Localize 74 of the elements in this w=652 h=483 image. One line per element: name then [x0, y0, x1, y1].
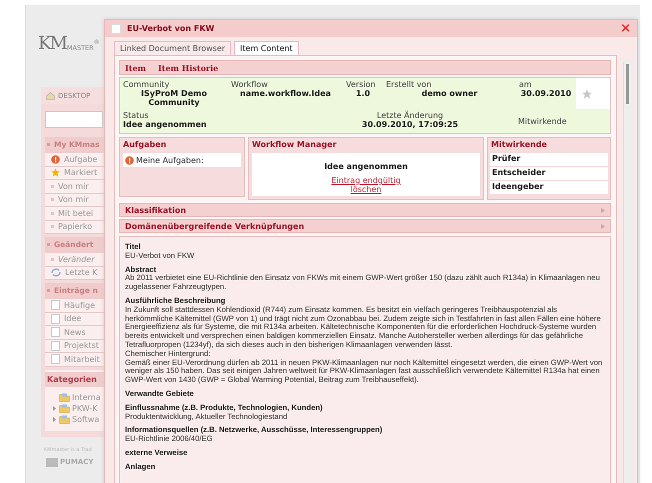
category-item[interactable]: Softwa	[45, 414, 105, 424]
house-icon	[46, 92, 55, 100]
star-icon	[582, 88, 592, 98]
box-title: Mitwirkende	[490, 139, 548, 151]
bullet-icon	[51, 225, 54, 228]
arrows-icon	[51, 268, 61, 278]
folder-icon	[59, 392, 70, 402]
workflow-state: Idee angenommen	[324, 162, 408, 171]
field-label: Erstellt von	[386, 80, 432, 89]
bullet-icon	[51, 184, 54, 188]
category-item[interactable]: Interna	[45, 392, 105, 402]
page-icon	[51, 327, 60, 338]
field-value: name.workflow.Idea	[239, 89, 332, 98]
folder-icon	[59, 414, 70, 424]
logo-monogram: KM	[38, 35, 66, 53]
bullet-icon	[51, 198, 54, 202]
field-label: Mitwirkende	[518, 117, 567, 126]
field-label: am	[519, 80, 532, 89]
page-icon	[51, 340, 60, 351]
section-header[interactable]: Klassifikation	[119, 203, 611, 217]
sidebar-item[interactable]: Häufige	[45, 299, 105, 312]
field-label: Workflow	[231, 80, 268, 89]
sidebar-item[interactable]: Markiert	[45, 166, 105, 180]
sidebar-item[interactable]: Papierko	[45, 220, 105, 234]
dialog-title: EU-Verbot von FKW	[127, 24, 216, 33]
item-tab[interactable]: Item	[125, 62, 146, 72]
sidebar-item[interactable]: Mitarbeit	[45, 353, 105, 366]
sidebar-item[interactable]: Idee	[45, 312, 105, 326]
categories-header: Kategorien	[45, 372, 105, 386]
sidebar-item[interactable]: Projektst	[45, 340, 105, 353]
logo-mark-icon	[46, 458, 58, 466]
category-item[interactable]: PKW-K	[45, 402, 105, 414]
field-value: ISyProM Demo Community	[140, 89, 208, 107]
field-value: Idee angenommen	[123, 120, 208, 129]
close-button[interactable]: ×	[620, 24, 631, 34]
search-field[interactable]	[45, 111, 103, 128]
field-value: 1.0	[354, 89, 372, 98]
role-cell: Ideengeber	[490, 181, 608, 194]
field-label: Status	[123, 111, 148, 120]
sidebar-item[interactable]: Letzte K	[45, 266, 105, 280]
sidebar-item[interactable]: Aufgabe	[45, 153, 105, 166]
sidebar-item[interactable]: Von mir	[45, 194, 105, 207]
field-label: Letzte Änderung	[376, 111, 444, 120]
sidebar-item[interactable]: Von mir	[45, 180, 105, 194]
task-label: Meine Aufgaben:	[136, 156, 204, 164]
bullet-icon	[51, 212, 54, 215]
role-cell: Prüfer	[490, 153, 608, 166]
bullet-icon	[51, 258, 54, 261]
document-icon	[111, 24, 121, 34]
expand-icon	[52, 416, 56, 422]
page-icon	[51, 314, 60, 324]
box-title: Workflow Manager	[251, 139, 338, 151]
sidebar-item[interactable]: Veränder	[45, 253, 105, 266]
scrollbar[interactable]	[623, 62, 634, 483]
sidebar-item[interactable]: Mit betei	[45, 207, 105, 220]
page-icon	[51, 300, 60, 310]
folder-icon	[59, 404, 70, 412]
box-title: Aufgaben	[122, 139, 168, 151]
tab[interactable]: Linked Document Browser	[114, 41, 232, 55]
alert-icon	[51, 154, 60, 164]
section-header[interactable]: Domänenübergreifende Verknüpfungen	[119, 219, 611, 233]
field-value: 30.09.2010	[520, 89, 572, 98]
expand-icon	[52, 406, 56, 410]
field-value: demo owner	[420, 89, 478, 98]
field-label: Version	[346, 80, 376, 89]
field-label: Community	[123, 80, 170, 89]
item-tab[interactable]: Item Historie	[158, 62, 218, 72]
delete-link[interactable]: Eintrag endgültig löschen	[321, 176, 411, 194]
role-cell: Entscheider	[490, 167, 608, 180]
tab[interactable]: Item Content	[234, 41, 299, 55]
star-icon	[51, 168, 60, 178]
sidebar-item[interactable]: News	[45, 326, 105, 340]
page-icon	[51, 354, 60, 364]
field-value: 30.09.2010, 17:09:25	[360, 120, 460, 129]
